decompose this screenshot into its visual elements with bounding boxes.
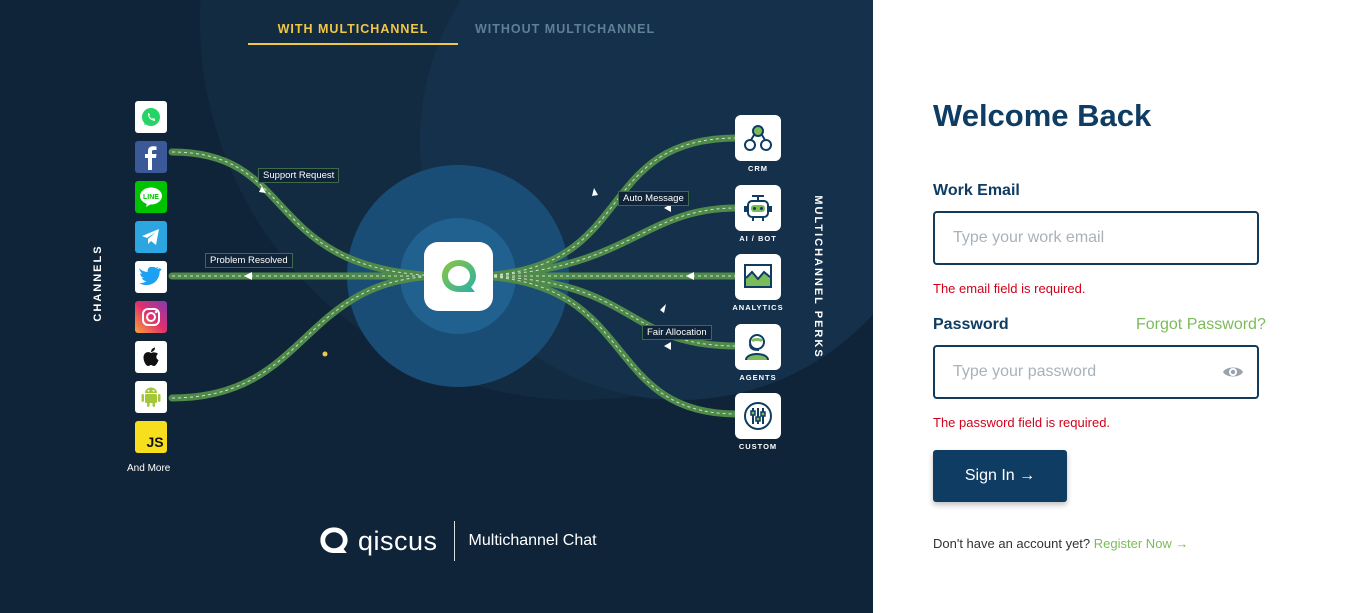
qiscus-hub-icon bbox=[424, 242, 493, 311]
perk-custom bbox=[735, 393, 781, 439]
instagram-icon bbox=[135, 301, 167, 333]
password-field[interactable] bbox=[935, 347, 1223, 397]
email-field-wrapper bbox=[933, 211, 1259, 265]
perk-custom-label: CUSTOM bbox=[738, 442, 778, 451]
sign-in-button[interactable]: Sign In → bbox=[933, 450, 1067, 502]
brand-tagline: Multichannel Chat bbox=[468, 532, 597, 549]
email-label: Work Email bbox=[933, 182, 1020, 199]
agent-icon bbox=[745, 334, 769, 361]
custom-icon bbox=[744, 402, 772, 430]
email-error: The email field is required. bbox=[933, 281, 1086, 296]
register-prompt: Don't have an account yet? bbox=[933, 536, 1091, 551]
route-label-problem-resolved: Problem Resolved bbox=[205, 253, 293, 268]
route-label-support-request: Support Request bbox=[258, 168, 340, 183]
route-arrow bbox=[660, 304, 666, 313]
line-icon: LINE bbox=[135, 181, 167, 213]
crm-icon bbox=[744, 125, 772, 151]
brand-divider bbox=[453, 521, 455, 561]
bot-icon bbox=[744, 195, 772, 221]
perk-agents bbox=[735, 324, 781, 370]
multichannel-panel: WITH MULTICHANNEL WITHOUT MULTICHANNEL C… bbox=[0, 0, 873, 613]
facebook-icon bbox=[135, 141, 167, 173]
eye-icon[interactable] bbox=[1222, 363, 1244, 381]
email-field[interactable] bbox=[935, 213, 1223, 263]
perk-crm-label: CRM bbox=[747, 164, 769, 173]
twitter-icon bbox=[135, 261, 167, 293]
analytics-icon bbox=[744, 264, 772, 288]
perks-label: MULTICHANNEL PERKS bbox=[812, 195, 824, 359]
perk-agents-label: AGENTS bbox=[739, 373, 777, 382]
perk-crm bbox=[735, 115, 781, 161]
login-panel: Welcome Back Work Email The email field … bbox=[873, 0, 1366, 613]
register-link[interactable]: Register Now → bbox=[1094, 536, 1189, 551]
svg-text:LINE: LINE bbox=[143, 194, 159, 201]
route-label-fair-allocation: Fair Allocation bbox=[642, 325, 712, 340]
brand-name: qiscus bbox=[358, 525, 438, 556]
route-arrow bbox=[664, 342, 671, 350]
channels-label: CHANNELS bbox=[92, 244, 104, 322]
page-title: Welcome Back bbox=[933, 98, 1152, 133]
apple-icon bbox=[135, 341, 167, 373]
whatsapp-icon bbox=[135, 101, 167, 133]
forgot-password-link[interactable]: Forgot Password? bbox=[1136, 316, 1266, 334]
perk-analytics bbox=[735, 254, 781, 300]
perk-bot-label: AI / BOT bbox=[739, 234, 777, 243]
qiscus-logo-icon bbox=[441, 259, 476, 292]
android-icon bbox=[135, 381, 167, 413]
password-field-wrapper bbox=[933, 345, 1259, 399]
route-label-auto-message: Auto Message bbox=[618, 191, 689, 206]
password-label: Password bbox=[933, 316, 1009, 333]
javascript-icon-text: JS bbox=[146, 434, 164, 450]
perk-analytics-label: ANALYTICS bbox=[732, 303, 784, 312]
qiscus-brand-icon bbox=[320, 527, 348, 553]
traffic-dot bbox=[322, 351, 328, 357]
route-arrow bbox=[592, 188, 598, 196]
password-error: The password field is required. bbox=[933, 415, 1111, 430]
register-line: Don't have an account yet? Register Now … bbox=[933, 536, 1188, 551]
perk-bot bbox=[735, 185, 781, 231]
brand-logo: qiscus Multichannel Chat bbox=[318, 520, 597, 562]
telegram-icon bbox=[135, 221, 167, 253]
javascript-icon: JS bbox=[135, 421, 167, 453]
and-more-label: And More bbox=[127, 463, 171, 474]
